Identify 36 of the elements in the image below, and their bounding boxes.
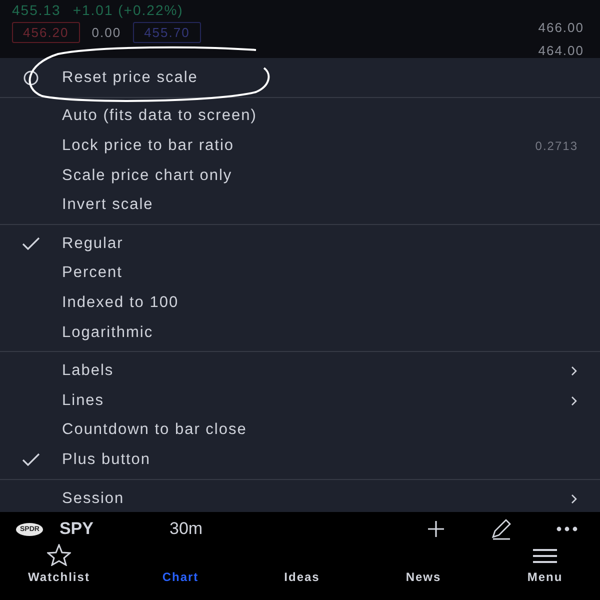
menu-item[interactable]: Lines: [0, 386, 600, 416]
ratio-value: 0.2713: [535, 138, 578, 153]
menu-item[interactable]: Labels: [0, 356, 600, 386]
menu-item[interactable]: Invert scale: [0, 190, 600, 220]
menu-item[interactable]: Reset price scale: [0, 63, 600, 93]
tab[interactable]: Menu: [500, 546, 590, 600]
chevron-right-icon: [570, 366, 578, 376]
price-axis-label: 466.00: [538, 20, 584, 35]
menu-item[interactable]: Plus button: [0, 445, 600, 475]
tab[interactable]: News: [378, 546, 468, 600]
menu-item[interactable]: Session: [0, 484, 600, 514]
menu-item[interactable]: Percent: [0, 258, 600, 288]
menu-item[interactable]: Scale price chart only: [0, 160, 600, 190]
menu-icon: [532, 548, 558, 564]
tab[interactable]: Ideas: [257, 546, 347, 600]
menu-item[interactable]: Regular: [0, 228, 600, 259]
tab[interactable]: Chart: [136, 546, 226, 600]
tab[interactable]: Watchlist: [14, 546, 104, 600]
change-text: +1.01 (+0.22%): [72, 2, 184, 18]
price-axis-label: 464.00: [538, 43, 584, 58]
chevron-right-icon: [570, 396, 578, 406]
menu-item[interactable]: Auto (fits data to screen): [0, 102, 600, 132]
price-text: 455.13: [12, 2, 61, 18]
chevron-right-icon: [570, 494, 578, 504]
menu-item[interactable]: Lock price to bar ratio 0.2713: [0, 131, 600, 161]
star-icon: [47, 544, 71, 566]
plus-icon: [426, 519, 446, 539]
menu-item[interactable]: Logarithmic: [0, 318, 600, 348]
pencil-icon: [490, 518, 512, 540]
interval-button[interactable]: 30m: [169, 519, 203, 539]
spread-text: 0.00: [92, 25, 122, 40]
reset-icon: [22, 68, 40, 87]
more-icon: [556, 526, 578, 532]
symbol-button[interactable]: SPY: [59, 519, 94, 539]
menu-item[interactable]: Indexed to 100: [0, 288, 600, 318]
menu-item[interactable]: Countdown to bar close: [0, 416, 600, 446]
